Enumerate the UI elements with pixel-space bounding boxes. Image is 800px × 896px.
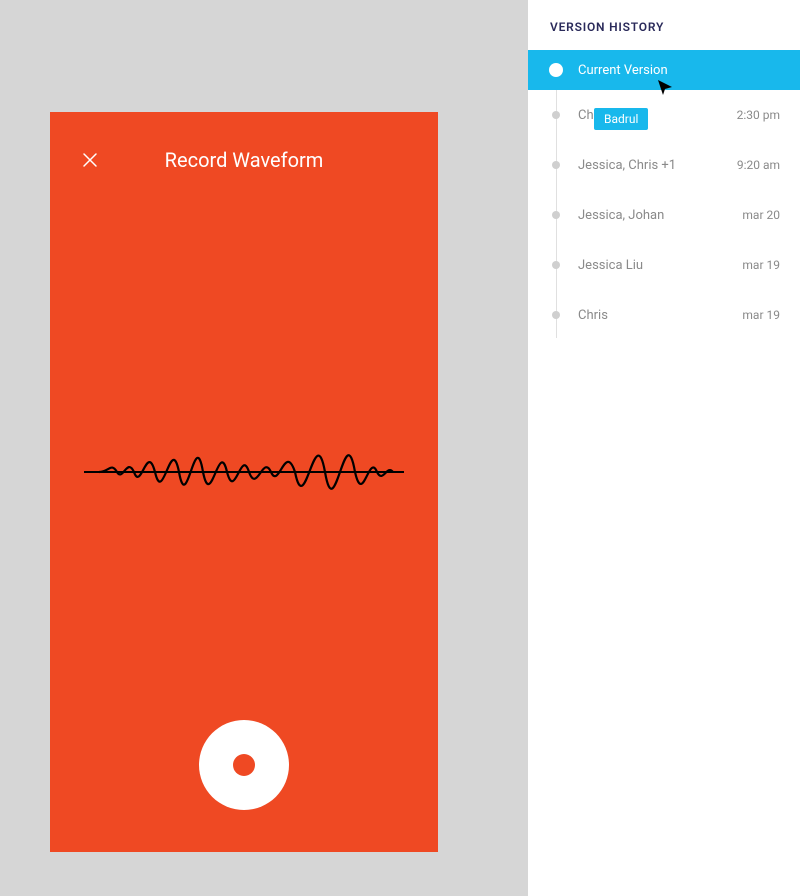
timeline-dot-icon [552, 311, 560, 319]
canvas-area: Record Waveform [0, 0, 528, 896]
history-item[interactable]: Chris mar 19 [528, 290, 800, 340]
phone-mockup: Record Waveform [50, 112, 438, 852]
version-history-list: Current Version Chris 2:30 pm Jessica, C… [528, 50, 800, 340]
history-item[interactable]: Jessica, Chris +1 9:20 am [528, 140, 800, 190]
timeline-dot-icon [552, 161, 560, 169]
phone-header: Record Waveform [50, 112, 438, 172]
history-item-label: Jessica, Johan [578, 208, 742, 223]
timeline-dot-icon [549, 63, 563, 77]
version-history-title: VERSION HISTORY [528, 0, 800, 50]
timeline-dot-icon [552, 111, 560, 119]
history-item-label: Jessica Liu [578, 258, 742, 273]
history-item-label: Chris [578, 108, 737, 123]
record-button[interactable] [199, 720, 289, 810]
history-item-label: Jessica, Chris +1 [578, 158, 737, 173]
waveform-graphic [50, 412, 438, 532]
history-item-time: mar 19 [742, 308, 780, 322]
timeline-dot-icon [552, 261, 560, 269]
history-item-time: 9:20 am [737, 158, 780, 172]
history-item[interactable]: Jessica, Johan mar 20 [528, 190, 800, 240]
history-item-time: mar 19 [742, 258, 780, 272]
history-item-current[interactable]: Current Version [528, 50, 800, 90]
history-item-time: 2:30 pm [737, 108, 780, 122]
phone-title: Record Waveform [80, 148, 408, 172]
record-indicator-icon [233, 754, 255, 776]
history-item-time: mar 20 [742, 208, 780, 222]
history-item[interactable]: Chris 2:30 pm [528, 90, 800, 140]
history-item-label: Current Version [578, 63, 780, 78]
timeline-dot-icon [552, 211, 560, 219]
history-item-label: Chris [578, 308, 742, 323]
history-item[interactable]: Jessica Liu mar 19 [528, 240, 800, 290]
version-history-panel: VERSION HISTORY Current Version Chris 2:… [528, 0, 800, 896]
